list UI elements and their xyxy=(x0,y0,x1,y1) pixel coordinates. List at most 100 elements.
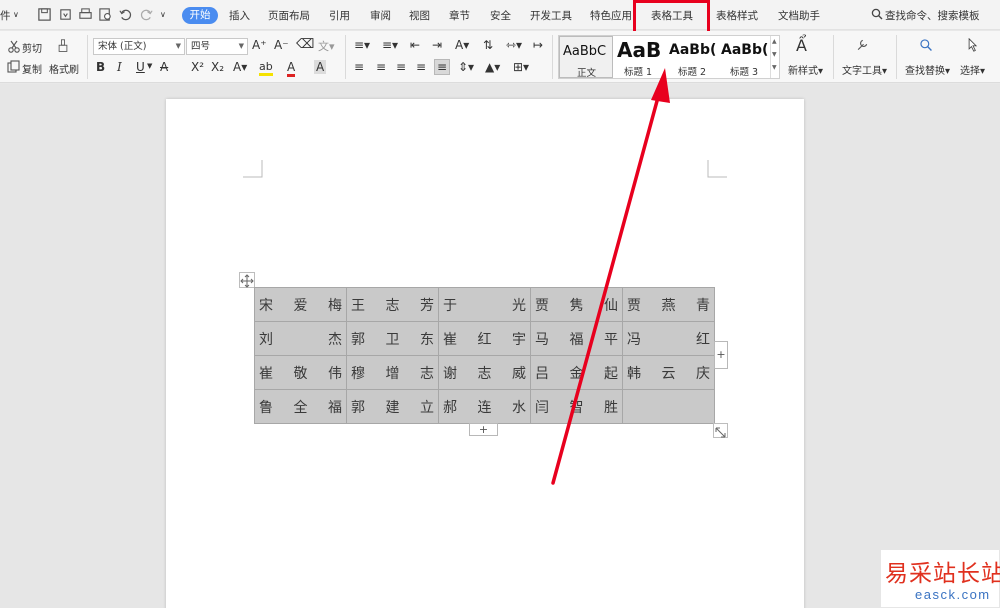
distributed-icon[interactable]: ≡ xyxy=(434,59,451,75)
redo-icon[interactable] xyxy=(139,7,154,22)
italic-button[interactable]: I xyxy=(117,60,122,74)
chinese-layout-icon[interactable]: A▾ xyxy=(455,38,469,52)
text-effect-icon[interactable]: A▾ xyxy=(233,60,247,74)
bullet-list-icon[interactable]: ≡▾ xyxy=(354,38,370,52)
add-column-button[interactable]: + xyxy=(714,341,728,369)
quick-access-dropdown-icon[interactable]: ∨ xyxy=(160,10,166,19)
grow-font-icon[interactable]: A⁺ xyxy=(252,38,267,52)
table-cell[interactable]: 贾隽仙 xyxy=(530,287,623,322)
table-cell[interactable]: 郭卫东 xyxy=(346,321,439,356)
tab-security[interactable]: 安全 xyxy=(490,8,511,23)
highlight-icon[interactable]: ab xyxy=(259,60,273,76)
format-painter-button[interactable]: 格式刷 xyxy=(49,61,79,76)
cell-char: 东 xyxy=(420,331,434,348)
style-normal[interactable]: AaBbC 正文 xyxy=(559,36,613,78)
table-resize-handle[interactable] xyxy=(713,423,728,438)
table-cell[interactable]: 崔红宇 xyxy=(438,321,531,356)
tab-document-assistant[interactable]: 文档助手 xyxy=(778,8,820,23)
tab-review[interactable]: 审阅 xyxy=(370,8,391,23)
numbered-list-icon[interactable]: ≡▾ xyxy=(382,38,398,52)
bold-button[interactable]: B xyxy=(96,60,105,74)
justify-icon[interactable]: ≡ xyxy=(416,60,426,74)
styles-scroll[interactable]: ▲ ▼ ▼ xyxy=(770,36,779,78)
divider xyxy=(87,35,88,79)
copy-button[interactable]: 复制 xyxy=(22,61,42,76)
table-cell[interactable]: 于光 xyxy=(438,287,531,322)
resize-icon xyxy=(715,427,726,438)
char-shading-icon[interactable]: A xyxy=(314,60,327,74)
find-replace-button[interactable]: 查找替换▾ xyxy=(905,62,950,77)
tab-start[interactable]: 开始 xyxy=(182,7,218,24)
table-cell[interactable]: 刘杰 xyxy=(254,321,347,356)
text-tools-button[interactable]: 文字工具▾ xyxy=(842,62,887,77)
select-label: 选择 xyxy=(960,66,980,77)
table-cell[interactable]: 穆增志 xyxy=(346,355,439,390)
table-cell[interactable]: 谢志威 xyxy=(438,355,531,390)
line-spacing-icon[interactable]: ⇕▾ xyxy=(458,60,474,74)
search-command[interactable]: 查找命令、搜索模板 xyxy=(871,8,980,23)
shrink-font-icon[interactable]: A⁻ xyxy=(274,38,289,52)
menu-file-partial[interactable]: 件 xyxy=(0,8,11,23)
table-cell[interactable] xyxy=(622,389,715,424)
print-preview-icon[interactable] xyxy=(98,7,113,22)
table-cell[interactable]: 马福平 xyxy=(530,321,623,356)
sort-icon[interactable]: ⇅ xyxy=(483,38,493,52)
undo-icon[interactable] xyxy=(118,7,133,22)
tab-references[interactable]: 引用 xyxy=(329,8,350,23)
chevron-down-icon[interactable]: ▼ xyxy=(147,62,152,70)
table-cell[interactable]: 王志芳 xyxy=(346,287,439,322)
tab-developer-tools[interactable]: 开发工具 xyxy=(530,8,572,23)
table-cell[interactable]: 冯红 xyxy=(622,321,715,356)
table-cell[interactable]: 崔敬伟 xyxy=(254,355,347,390)
table-cell[interactable]: 鲁全福 xyxy=(254,389,347,424)
select-button[interactable]: 选择▾ xyxy=(960,62,985,77)
add-row-button[interactable]: + xyxy=(469,423,498,436)
print-icon[interactable] xyxy=(78,7,93,22)
tab-chapter[interactable]: 章节 xyxy=(449,8,470,23)
style-heading-2[interactable]: AaBb( 标题 2 xyxy=(666,36,718,78)
table-cell[interactable]: 郝连水 xyxy=(438,389,531,424)
align-center-icon[interactable]: ≡ xyxy=(376,60,386,74)
font-color-icon[interactable]: A xyxy=(287,60,296,77)
tab-page-layout[interactable]: 页面布局 xyxy=(268,8,310,23)
shading-icon[interactable]: ▲▾ xyxy=(485,60,500,74)
name-table[interactable]: 宋爱梅王志芳于光贾隽仙贾燕青刘杰郭卫东崔红宇马福平冯红崔敬伟穆增志谢志威吕金起韩… xyxy=(254,287,715,424)
tab-special-apps[interactable]: 特色应用 xyxy=(590,8,632,23)
table-move-handle[interactable] xyxy=(239,272,255,288)
table-cell[interactable]: 韩云庆 xyxy=(622,355,715,390)
borders-icon[interactable]: ⊞▾ xyxy=(513,60,529,74)
table-cell[interactable]: 郭建立 xyxy=(346,389,439,424)
table-cell[interactable]: 贾燕青 xyxy=(622,287,715,322)
table-cell[interactable]: 吕金起 xyxy=(530,355,623,390)
clear-format-icon[interactable]: ⌫ xyxy=(296,37,314,52)
new-style-button[interactable]: 新样式▾ xyxy=(788,62,823,77)
chevron-down-icon[interactable]: ∨ xyxy=(13,10,19,19)
save-icon[interactable] xyxy=(37,7,52,22)
table-cell[interactable]: 闫智胜 xyxy=(530,389,623,424)
phonetic-guide-icon[interactable]: 文▾ xyxy=(318,38,335,54)
tab-view[interactable]: 视图 xyxy=(409,8,430,23)
decrease-indent-icon[interactable]: ⇤ xyxy=(410,38,420,52)
font-size-select[interactable]: 四号 ▼ xyxy=(186,38,248,55)
style-heading-3[interactable]: AaBb( 标题 3 xyxy=(718,36,770,78)
tab-table-style[interactable]: 表格样式 xyxy=(716,8,758,23)
style-sample: AaBbC xyxy=(563,44,607,59)
cell-char: 胜 xyxy=(604,399,618,416)
style-heading-1[interactable]: AaB 标题 1 xyxy=(614,36,666,78)
export-icon[interactable] xyxy=(58,7,73,22)
cell-char: 谢 xyxy=(443,365,457,382)
superscript-icon[interactable]: X² xyxy=(191,60,204,74)
align-right-icon[interactable]: ≡ xyxy=(396,60,406,74)
align-left-icon[interactable]: ≡ xyxy=(354,60,364,74)
tab-insert[interactable]: 插入 xyxy=(229,8,250,23)
table-cell[interactable]: 宋爱梅 xyxy=(254,287,347,322)
subscript-icon[interactable]: X₂ xyxy=(211,60,224,74)
paragraph-mark-icon[interactable]: ↦ xyxy=(533,38,543,52)
font-name-select[interactable]: 宋体 (正文) ▼ xyxy=(93,38,185,55)
cut-button[interactable]: 剪切 xyxy=(22,40,42,55)
strikethrough-icon[interactable]: A xyxy=(160,60,168,74)
show-marks-icon[interactable]: ⇿▾ xyxy=(506,38,522,52)
increase-indent-icon[interactable]: ⇥ xyxy=(432,38,442,52)
underline-button[interactable]: U xyxy=(136,60,145,74)
cell-char: 闫 xyxy=(535,399,549,416)
